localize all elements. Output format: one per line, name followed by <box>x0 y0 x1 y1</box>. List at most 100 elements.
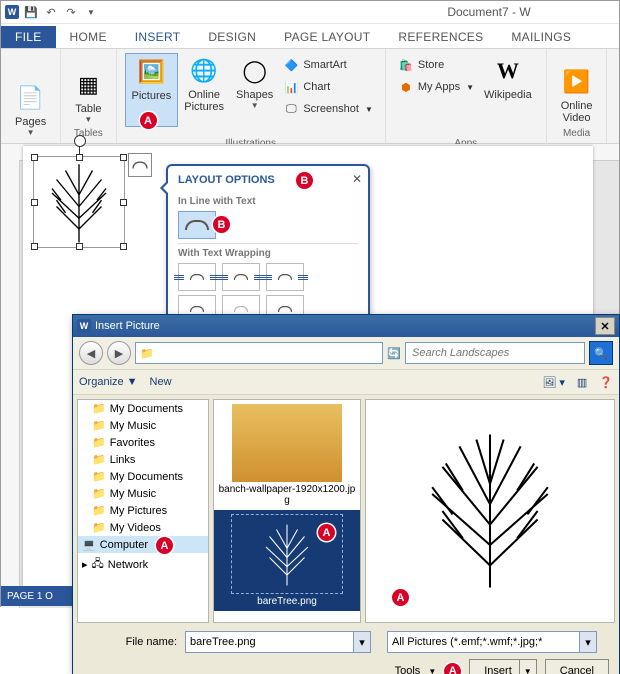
search-box[interactable] <box>405 342 585 364</box>
smartart-button[interactable]: 🔷SmartArt <box>283 55 373 75</box>
wrap-square-option[interactable] <box>178 263 216 291</box>
nav-item-my-music[interactable]: 📁My Music <box>78 417 208 434</box>
organize-button[interactable]: Organize ▼ <box>79 376 138 388</box>
marker-a: A <box>140 112 157 129</box>
undo-icon[interactable]: ↶ <box>43 4 59 20</box>
search-input[interactable] <box>410 346 580 360</box>
pages-button[interactable]: 📄 Pages ▼ <box>9 80 52 139</box>
file-name-combo[interactable]: bareTree.png▾ <box>185 631 371 653</box>
group-media: ▶️ Online Video Media <box>547 49 608 143</box>
file-item-1[interactable]: banch-wallpaper-1920x1200.jpg <box>214 400 360 510</box>
preview-toggle[interactable]: ▥ <box>577 376 587 389</box>
new-folder-button[interactable]: New <box>150 376 172 388</box>
cancel-button[interactable]: Cancel <box>545 659 609 674</box>
insert-button[interactable]: Insert▼ <box>469 659 537 674</box>
store-icon: 🛍️ <box>398 57 414 73</box>
tab-design[interactable]: DESIGN <box>194 26 270 48</box>
online-pictures-button[interactable]: 🌐 Online Pictures <box>178 53 230 127</box>
tab-references[interactable]: REFERENCES <box>384 26 497 48</box>
ribbon: 📄 Pages ▼ ▦ Table ▼ Tables 🖼️ Pictures A <box>1 48 619 144</box>
section-inline: In Line with Text <box>178 196 358 207</box>
nav-item-network[interactable]: ▸🖧Network <box>78 553 208 576</box>
ruler-vertical[interactable] <box>1 160 20 608</box>
nav-item-my-pictures[interactable]: 📁My Pictures <box>78 502 208 519</box>
forward-button[interactable]: ▶ <box>107 341 131 365</box>
search-go-button[interactable]: 🔍 <box>589 341 613 365</box>
address-bar[interactable]: 📁 <box>135 342 383 364</box>
folder-tree[interactable]: 📁My Documents 📁My Music 📁Favorites 📁Link… <box>77 399 209 623</box>
back-button[interactable]: ◀ <box>79 341 103 365</box>
pictures-button[interactable]: 🖼️ Pictures A <box>125 53 179 127</box>
layout-inline-option[interactable]: B <box>178 211 216 239</box>
network-icon: 🖧 <box>92 555 104 574</box>
file-filter-combo[interactable]: All Pictures (*.emf;*.wmf;*.jpg;*▾ <box>387 631 597 653</box>
group-illustrations: 🖼️ Pictures A 🌐 Online Pictures ◯ Shapes… <box>117 49 386 151</box>
group-tables: ▦ Table ▼ Tables <box>61 49 116 143</box>
file-list[interactable]: banch-wallpaper-1920x1200.jpg bareTree.p… <box>213 399 361 623</box>
screenshot-button[interactable]: 🖵Screenshot▼ <box>283 99 373 119</box>
dialog-bottom: File name: bareTree.png▾ All Pictures (*… <box>73 627 619 674</box>
marker-a: A <box>444 663 461 674</box>
marker-a: A <box>318 524 335 541</box>
store-button[interactable]: 🛍️Store <box>398 55 474 75</box>
my-apps-button[interactable]: ⬢My Apps▼ <box>398 77 474 97</box>
chart-button[interactable]: 📊Chart <box>283 77 373 97</box>
nav-item-links[interactable]: 📁Links <box>78 451 208 468</box>
layout-options-button[interactable] <box>128 153 152 177</box>
tab-page-layout[interactable]: PAGE LAYOUT <box>270 26 384 48</box>
folder-icon: 📁 <box>92 521 106 534</box>
ribbon-tabs: FILE HOME INSERT DESIGN PAGE LAYOUT REFE… <box>1 24 619 48</box>
tab-mailings[interactable]: MAILINGS <box>497 26 585 48</box>
resize-handle[interactable] <box>120 199 127 206</box>
table-button[interactable]: ▦ Table ▼ <box>69 67 107 126</box>
dialog-titlebar[interactable]: W Insert Picture ✕ <box>73 315 619 337</box>
nav-item-my-documents[interactable]: 📁My Documents <box>78 400 208 417</box>
file-name-label: File name: <box>83 636 177 648</box>
online-video-button[interactable]: ▶️ Online Video <box>555 64 599 126</box>
dialog-nav-toolbar: ◀ ▶ 📁 🔄 🔍 <box>73 337 619 369</box>
marker-b: B <box>296 172 313 189</box>
tree-image <box>34 157 124 247</box>
wrap-through-option[interactable] <box>266 263 304 291</box>
section-wrap: With Text Wrapping <box>178 248 358 259</box>
group-pages: 📄 Pages ▼ <box>1 49 61 143</box>
tab-home[interactable]: HOME <box>56 26 121 48</box>
chevron-down-icon: ▾ <box>579 632 596 652</box>
dialog-toolbar: Organize ▼ New 🖼 ▾ ▥ ❓ <box>73 369 619 395</box>
marker-b: B <box>213 216 230 233</box>
view-button[interactable]: 🖼 ▾ <box>542 376 565 389</box>
wrap-tight-option[interactable] <box>222 263 260 291</box>
nav-item-my-documents-2[interactable]: 📁My Documents <box>78 468 208 485</box>
save-icon[interactable]: 💾 <box>23 4 39 20</box>
nav-item-favorites[interactable]: 📁Favorites <box>78 434 208 451</box>
redo-icon[interactable]: ↷ <box>63 4 79 20</box>
tab-insert[interactable]: INSERT <box>121 26 195 48</box>
help-icon[interactable]: ❓ <box>599 376 613 389</box>
folder-icon: 📁 <box>92 504 106 517</box>
close-icon[interactable]: ✕ <box>595 317 615 335</box>
resize-handle[interactable] <box>120 243 127 250</box>
resize-handle[interactable] <box>76 154 83 161</box>
close-icon[interactable]: ✕ <box>352 172 362 186</box>
screenshot-icon: 🖵 <box>283 101 299 117</box>
dialog-title: Insert Picture <box>95 320 160 332</box>
shapes-button[interactable]: ◯ Shapes ▼ <box>230 53 279 127</box>
tools-button[interactable]: Tools <box>395 665 421 674</box>
inserted-picture[interactable] <box>33 156 125 248</box>
resize-handle[interactable] <box>76 243 83 250</box>
online-pictures-icon: 🌐 <box>190 55 217 87</box>
resize-handle[interactable] <box>120 154 127 161</box>
resize-handle[interactable] <box>31 199 38 206</box>
resize-handle[interactable] <box>31 243 38 250</box>
wikipedia-button[interactable]: W Wikipedia <box>478 53 538 103</box>
nav-item-my-videos[interactable]: 📁My Videos <box>78 519 208 536</box>
refresh-icon[interactable]: 🔄 <box>387 347 401 360</box>
tab-file[interactable]: FILE <box>1 26 56 48</box>
nav-item-my-music-2[interactable]: 📁My Music <box>78 485 208 502</box>
customize-qat-icon[interactable]: ▼ <box>83 4 99 20</box>
resize-handle[interactable] <box>31 154 38 161</box>
file-item-2[interactable]: bareTree.png A <box>214 510 360 611</box>
folder-icon: 📁 <box>92 402 106 415</box>
nav-item-computer[interactable]: 💻Computer A <box>78 536 208 553</box>
rotate-handle[interactable] <box>74 135 86 147</box>
